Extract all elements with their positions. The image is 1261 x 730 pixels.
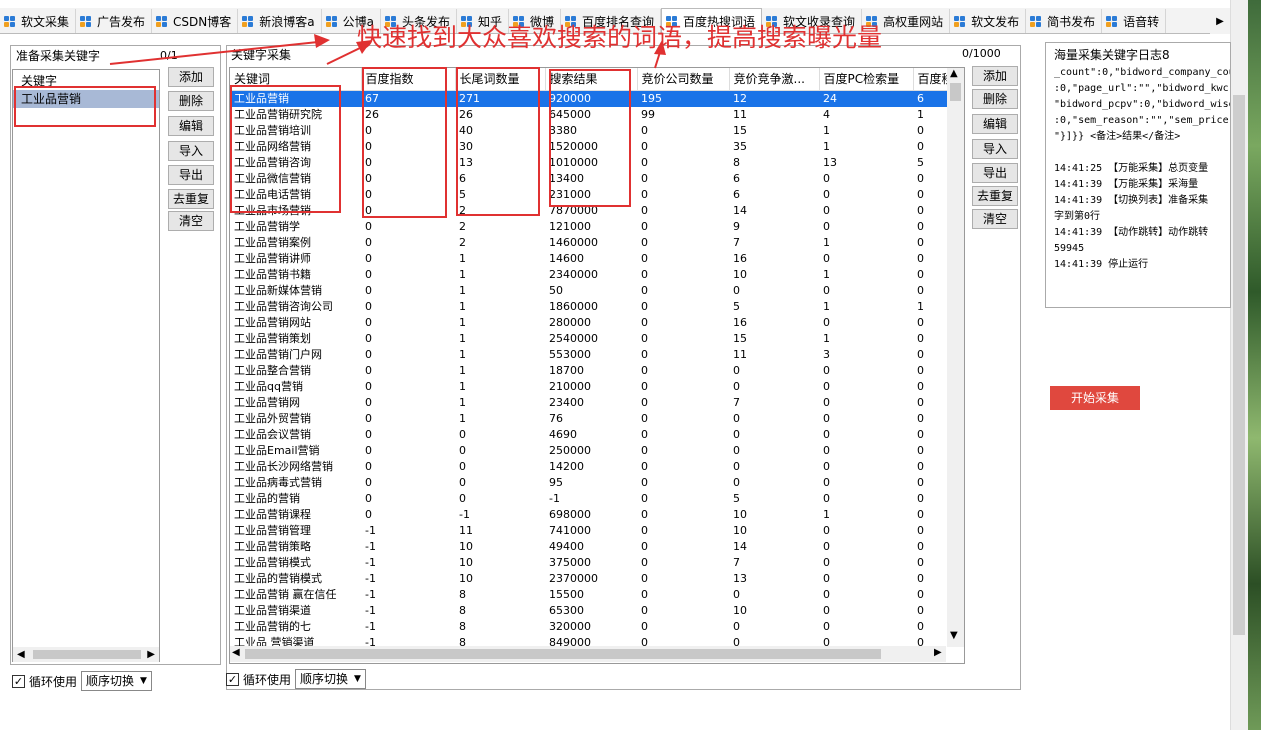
annotation-text: 快速找到大众喜欢搜索的词语，提高搜索曝光量 [357, 23, 883, 52]
annotation-arrows [109, 34, 666, 69]
